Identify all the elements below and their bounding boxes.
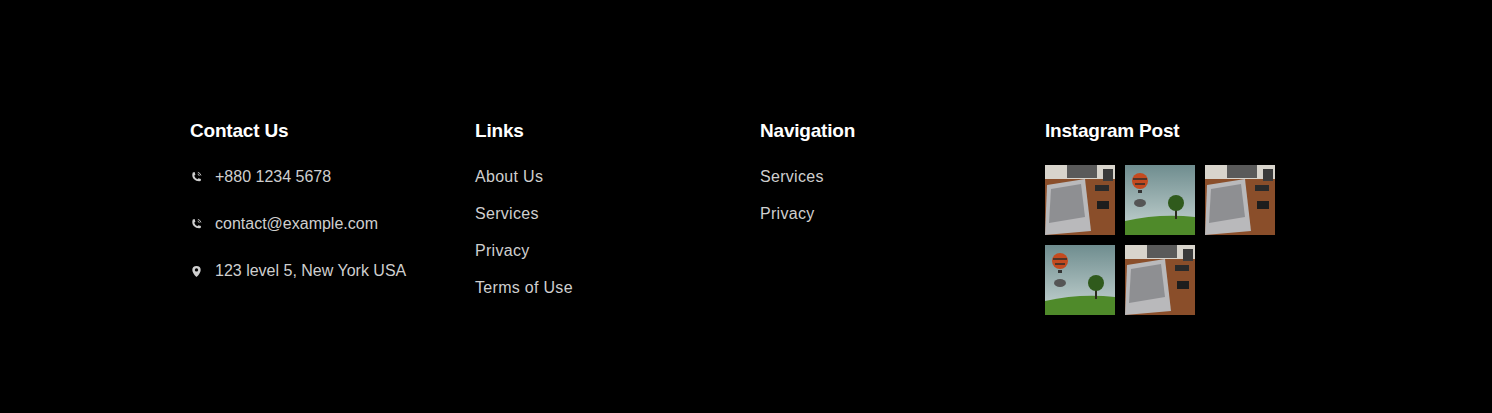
column-title: Navigation <box>760 118 1045 144</box>
footer-link[interactable]: Services <box>475 202 760 226</box>
instagram-photo[interactable] <box>1125 165 1195 235</box>
instagram-photo[interactable] <box>1205 165 1275 235</box>
contact-text[interactable]: 123 level 5, New York USA <box>215 259 406 283</box>
contact-text[interactable]: +880 1234 5678 <box>215 165 331 189</box>
contact-item: 123 level 5, New York USA <box>190 259 475 283</box>
footer-link[interactable]: Privacy <box>475 239 760 263</box>
contact-column: Contact Us +880 1234 5678 contact@example.… <box>190 118 475 315</box>
instagram-photo[interactable] <box>1045 165 1115 235</box>
footer-link[interactable]: About Us <box>475 165 760 189</box>
links-column: Links About Us Services Privacy Terms of Use <box>475 118 760 315</box>
instagram-photo[interactable] <box>1125 245 1195 315</box>
contact-item: contact@example.com <box>190 212 475 236</box>
location-pin-icon <box>190 265 203 278</box>
navigation-link[interactable]: Services <box>760 165 1045 189</box>
navigation-list: Services Privacy <box>760 165 1045 226</box>
column-title: Instagram Post <box>1045 118 1330 144</box>
contact-text[interactable]: contact@example.com <box>215 212 378 236</box>
instagram-grid <box>1045 165 1330 315</box>
column-title: Contact Us <box>190 118 475 144</box>
footer: Contact Us +880 1234 5678 contact@example.… <box>162 0 1330 315</box>
navigation-link[interactable]: Privacy <box>760 202 1045 226</box>
phone-icon <box>190 218 203 231</box>
navigation-column: Navigation Services Privacy <box>760 118 1045 315</box>
phone-icon <box>190 171 203 184</box>
instagram-column: Instagram Post <box>1045 118 1330 315</box>
contact-item: +880 1234 5678 <box>190 165 475 189</box>
column-title: Links <box>475 118 760 144</box>
footer-link[interactable]: Terms of Use <box>475 276 760 300</box>
instagram-photo[interactable] <box>1045 245 1115 315</box>
